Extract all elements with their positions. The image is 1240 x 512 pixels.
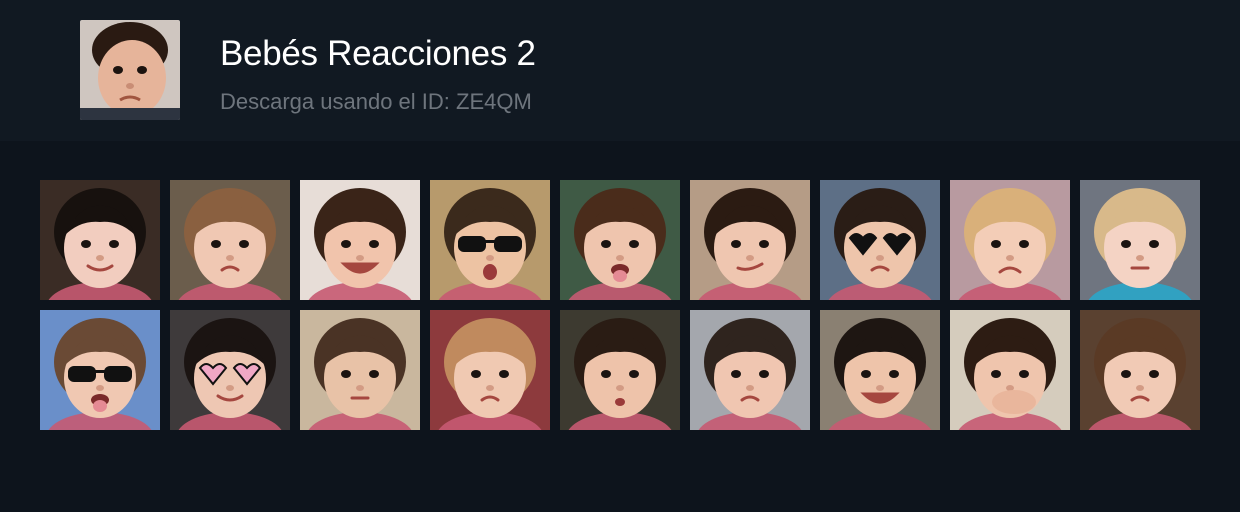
sticker-baby-heart-sunglasses[interactable] <box>820 180 940 300</box>
sticker-baby-hand-over-mouth[interactable] <box>950 310 1070 430</box>
sticker-baby-mirror-selfie[interactable] <box>300 310 420 430</box>
sticker-baby-skeptical-face[interactable] <box>690 180 810 300</box>
sticker-image <box>950 180 1070 300</box>
pack-download-id: Descarga usando el ID: ZE4QM <box>220 89 532 114</box>
sticker-image <box>820 180 940 300</box>
sticker-baby-hands-on-head[interactable] <box>950 180 1070 300</box>
sticker-image <box>430 310 550 430</box>
sticker-image <box>1080 310 1200 430</box>
sticker-baby-kissy-face[interactable] <box>560 310 680 430</box>
sticker-image <box>950 310 1070 430</box>
sticker-image <box>300 310 420 430</box>
sticker-image <box>430 180 550 300</box>
sticker-baby-big-sunglasses-tongue[interactable] <box>40 310 160 430</box>
sticker-image <box>170 310 290 430</box>
sticker-image <box>300 180 420 300</box>
sticker-baby-curly-tongue-out[interactable] <box>560 180 680 300</box>
sticker-image <box>170 180 290 300</box>
pack-header: Bebés Reacciones 2 Descarga usando el ID… <box>0 0 1240 141</box>
baby-face-icon <box>80 20 180 120</box>
sticker-image <box>40 310 160 430</box>
pack-cover-image <box>80 20 180 120</box>
sticker-image <box>1080 180 1200 300</box>
sticker-baby-dark-hair-blue-eyes[interactable] <box>40 180 160 300</box>
sticker-image <box>560 180 680 300</box>
sticker-baby-blonde-thinking[interactable] <box>1080 180 1200 300</box>
sticker-baby-curly-hair-side-glance[interactable] <box>170 180 290 300</box>
sticker-baby-thumbs-up-laugh[interactable] <box>820 310 940 430</box>
sticker-image <box>560 310 680 430</box>
sticker-baby-sunglasses-beach[interactable] <box>430 180 550 300</box>
pack-title: Bebés Reacciones 2 <box>220 34 536 73</box>
sticker-image <box>40 180 160 300</box>
sticker-image <box>690 310 810 430</box>
sticker-image <box>820 310 940 430</box>
sticker-baby-chubby-smile[interactable] <box>300 180 420 300</box>
sticker-image <box>690 180 810 300</box>
sticker-baby-wide-eyes-close-up[interactable] <box>690 310 810 430</box>
sticker-grid <box>40 180 1200 430</box>
sticker-baby-pink-hoodie[interactable] <box>430 310 550 430</box>
sticker-baby-hands-on-cheeks[interactable] <box>1080 310 1200 430</box>
sticker-baby-pink-heart-glasses-thumbs[interactable] <box>170 310 290 430</box>
